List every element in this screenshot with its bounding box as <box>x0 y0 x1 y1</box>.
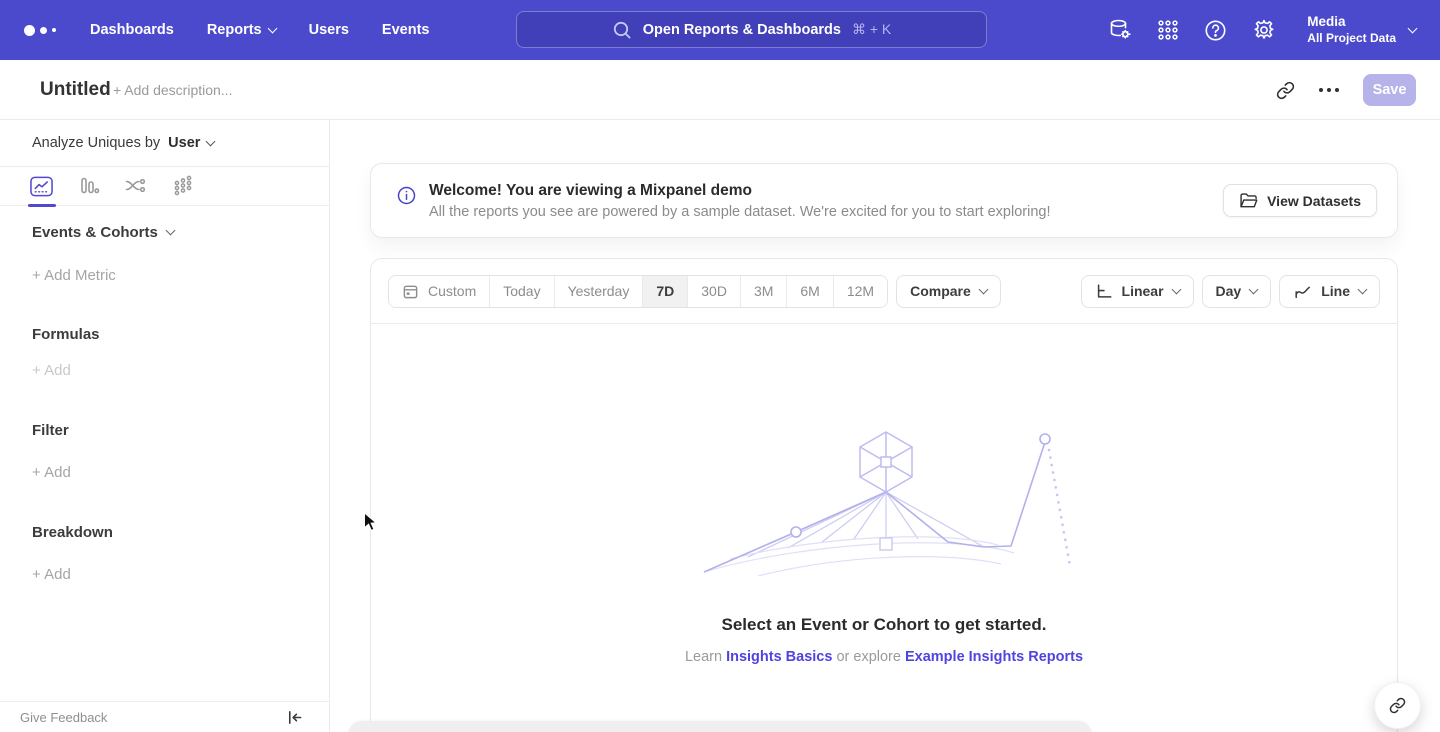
date-range-6m[interactable]: 6M <box>787 276 833 307</box>
interval-dropdown[interactable]: Day <box>1202 275 1272 308</box>
add-breakdown-button[interactable]: + Add <box>32 566 71 583</box>
help-icon[interactable] <box>1204 19 1227 42</box>
nav-item-users[interactable]: Users <box>309 22 349 38</box>
insights-basics-link[interactable]: Insights Basics <box>726 649 832 665</box>
banner-subtitle: All the reports you see are powered by a… <box>429 204 1051 220</box>
give-feedback-link[interactable]: Give Feedback <box>20 710 107 725</box>
search-shortcut: ⌘ + K <box>852 21 891 38</box>
empty-state-illustration <box>696 426 1076 576</box>
report-title[interactable]: Untitled <box>40 60 111 120</box>
global-search-input[interactable]: Open Reports & Dashboards ⌘ + K <box>516 11 987 48</box>
nav-item-dashboards[interactable]: Dashboards <box>90 22 174 38</box>
query-sidebar: Analyze Uniques by User <box>0 120 330 732</box>
chevron-down-icon <box>1249 284 1259 294</box>
empty-state-help-text: Learn Insights Basics or explore Example… <box>371 649 1397 665</box>
bottom-panel-peek <box>348 721 1092 732</box>
data-management-icon[interactable] <box>1108 18 1132 42</box>
more-options-icon[interactable] <box>1319 88 1339 92</box>
tab-flow-chart[interactable] <box>124 175 147 197</box>
chevron-down-icon <box>267 23 277 33</box>
settings-gear-icon[interactable] <box>1252 18 1276 42</box>
events-cohorts-section-header[interactable]: Events & Cohorts <box>32 224 174 241</box>
chevron-down-icon <box>1358 284 1368 294</box>
welcome-banner: Welcome! You are viewing a Mixpanel demo… <box>370 163 1398 238</box>
date-range-custom[interactable]: Custom <box>389 276 490 307</box>
chevron-down-icon <box>978 284 988 294</box>
search-icon <box>612 20 632 40</box>
view-datasets-button[interactable]: View Datasets <box>1223 184 1377 217</box>
date-range-12m[interactable]: 12M <box>834 276 887 307</box>
tab-insights-chart[interactable] <box>30 175 53 197</box>
analyze-by-dropdown[interactable]: User <box>168 135 214 151</box>
project-scope: All Project Data <box>1307 31 1396 46</box>
active-tab-indicator <box>28 204 56 207</box>
calendar-icon <box>402 283 419 300</box>
date-range-7d[interactable]: 7D <box>643 276 688 307</box>
breakdown-section-header: Breakdown <box>32 524 113 541</box>
chevron-down-icon <box>1171 284 1181 294</box>
chart-toolbar: Custom Today Yesterday 7D 30D 3M 6M 12M … <box>371 259 1397 324</box>
report-description-field[interactable]: + Add description... <box>113 60 232 120</box>
sidebar-footer: Give Feedback <box>0 701 329 732</box>
filter-section-header: Filter <box>32 422 69 439</box>
chevron-down-icon <box>165 226 175 236</box>
date-range-segmented-control: Custom Today Yesterday 7D 30D 3M 6M 12M <box>388 275 888 308</box>
apps-grid-icon[interactable] <box>1157 19 1179 41</box>
tab-bar-chart[interactable] <box>77 175 100 197</box>
date-range-3m[interactable]: 3M <box>741 276 787 307</box>
nav-item-events[interactable]: Events <box>382 22 430 38</box>
mixpanel-logo[interactable] <box>24 25 56 36</box>
line-chart-icon <box>1293 282 1312 300</box>
date-range-30d[interactable]: 30D <box>688 276 741 307</box>
scale-dropdown[interactable]: Linear <box>1081 275 1194 308</box>
mixpanel-insights-page: Dashboards Reports Users Events Open Rep… <box>0 0 1440 732</box>
share-link-fab[interactable] <box>1374 682 1421 729</box>
empty-state-title: Select an Event or Cohort to get started… <box>371 615 1397 635</box>
banner-title: Welcome! You are viewing a Mixpanel demo <box>429 182 1051 200</box>
compare-dropdown[interactable]: Compare <box>896 275 1001 308</box>
chevron-down-icon <box>206 136 216 146</box>
date-range-yesterday[interactable]: Yesterday <box>555 276 644 307</box>
axes-icon <box>1095 282 1113 300</box>
copy-link-icon[interactable] <box>1276 81 1295 100</box>
add-metric-button[interactable]: + Add Metric <box>32 267 116 284</box>
chart-type-dropdown[interactable]: Line <box>1279 275 1380 308</box>
collapse-sidebar-icon[interactable] <box>286 709 303 726</box>
add-filter-button[interactable]: + Add <box>32 464 71 481</box>
nav-item-reports[interactable]: Reports <box>207 22 276 38</box>
project-name: Media <box>1307 14 1396 31</box>
report-canvas: Welcome! You are viewing a Mixpanel demo… <box>330 120 1440 732</box>
report-header: Untitled + Add description... Save <box>0 60 1440 120</box>
project-switcher[interactable]: Media All Project Data <box>1307 14 1416 46</box>
add-formula-button[interactable]: + Add <box>32 362 71 379</box>
date-range-today[interactable]: Today <box>490 276 554 307</box>
example-insights-reports-link[interactable]: Example Insights Reports <box>905 649 1083 665</box>
save-button[interactable]: Save <box>1363 74 1416 106</box>
search-placeholder: Open Reports & Dashboards <box>643 22 841 38</box>
analyze-uniques-label: Analyze Uniques by <box>32 135 160 151</box>
insights-report-card: Custom Today Yesterday 7D 30D 3M 6M 12M … <box>370 258 1398 732</box>
folder-icon <box>1239 192 1258 209</box>
tab-retention-grid[interactable] <box>171 175 194 197</box>
top-navbar: Dashboards Reports Users Events Open Rep… <box>0 0 1440 60</box>
info-icon <box>397 186 416 205</box>
visualization-tabs <box>0 167 329 206</box>
formulas-section-header: Formulas <box>32 326 100 343</box>
chevron-down-icon <box>1408 23 1418 33</box>
